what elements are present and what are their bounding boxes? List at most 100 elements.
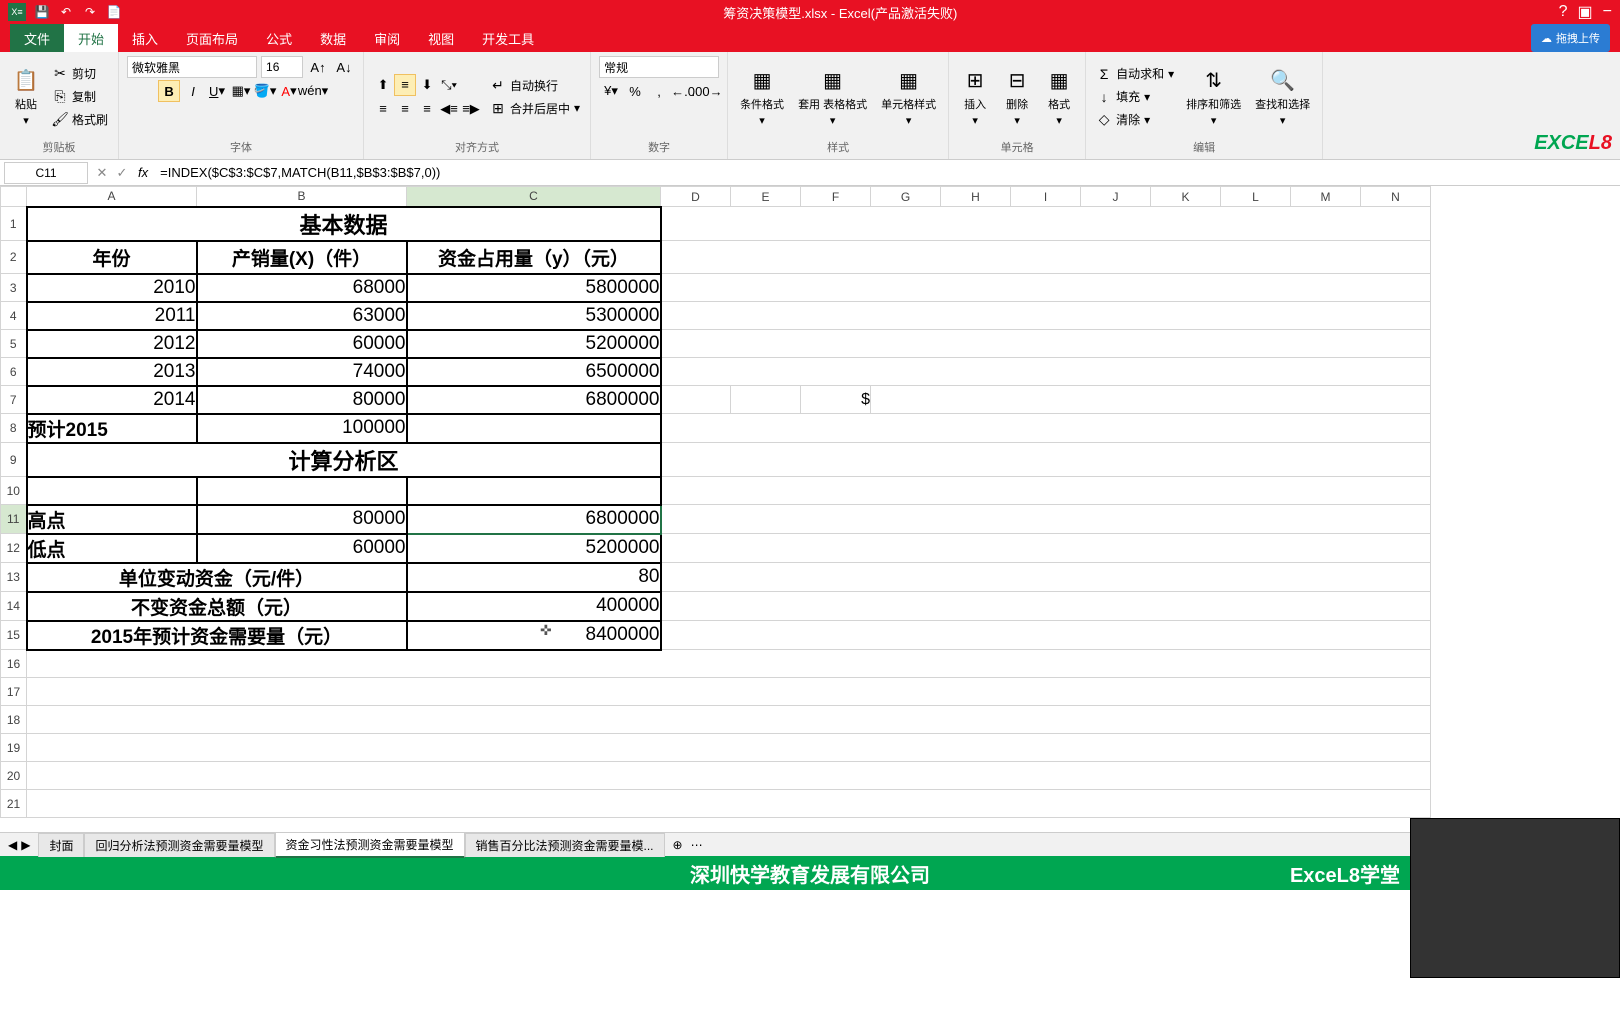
cell[interactable]: 6500000 [407,358,661,386]
phonetic-button[interactable]: wén▾ [302,80,324,102]
increase-indent-button[interactable]: ≡▶ [460,98,482,120]
sheet-tab-regression[interactable]: 回归分析法预测资金需要量模型 [84,833,274,857]
cell[interactable] [197,477,407,505]
tab-dev[interactable]: 开发工具 [468,24,548,52]
col-header-e[interactable]: E [731,187,801,207]
worksheet-grid[interactable]: A B C D E F G H I J K L M N 1基本数据 2年份产销量… [0,186,1620,832]
tab-home[interactable]: 开始 [64,24,118,52]
formula-bar[interactable] [154,162,1620,184]
cell[interactable]: 基本数据 [27,207,661,241]
new-button[interactable]: 📄 [106,4,122,20]
sheet-tab-cover[interactable]: 封面 [38,833,84,857]
cell-styles-button[interactable]: ▦单元格样式▾ [877,62,940,131]
decrease-font-button[interactable]: A↓ [333,56,355,78]
cell[interactable]: 单位变动资金（元/件） [27,563,407,592]
row-header[interactable]: 2 [1,241,27,274]
col-header-h[interactable]: H [941,187,1011,207]
tab-formulas[interactable]: 公式 [252,24,306,52]
orientation-button[interactable]: ⤡▾ [438,74,460,96]
col-header-a[interactable]: A [27,187,197,207]
number-format-select[interactable] [599,56,719,78]
row-header[interactable]: 4 [1,302,27,330]
cell[interactable]: 高点 [27,505,197,534]
sheet-tab-habit[interactable]: 资金习性法预测资金需要量模型 [275,832,465,858]
comma-button[interactable]: , [648,80,670,102]
cell[interactable]: 68000 [197,274,407,302]
row-header[interactable]: 3 [1,274,27,302]
row-header[interactable]: 21 [1,790,27,818]
row-header[interactable]: 5 [1,330,27,358]
cell[interactable]: 计算分析区 [27,443,661,477]
row-header[interactable]: 19 [1,734,27,762]
cell[interactable]: $ [801,386,871,414]
row-header[interactable]: 18 [1,706,27,734]
cell[interactable] [407,477,661,505]
row-header[interactable]: 16 [1,650,27,678]
cancel-formula-button[interactable]: ✕ [92,162,112,184]
cell[interactable]: 2012 [27,330,197,358]
clear-button[interactable]: ◇清除▾ [1094,109,1176,130]
underline-button[interactable]: U▾ [206,80,228,102]
enter-formula-button[interactable]: ✓ [112,162,132,184]
redo-button[interactable]: ↷ [82,4,98,20]
align-right-button[interactable]: ≡ [416,98,438,120]
cell[interactable]: 5300000 [407,302,661,330]
col-header-m[interactable]: M [1291,187,1361,207]
cell[interactable]: 5200000 [407,330,661,358]
col-header-c[interactable]: C [407,187,661,207]
row-header[interactable]: 6 [1,358,27,386]
cond-format-button[interactable]: ▦条件格式▾ [736,62,788,131]
new-sheet-button[interactable]: ⊕ [665,838,691,852]
sort-filter-button[interactable]: ⇅排序和筛选▾ [1182,62,1245,131]
cell[interactable]: 2013 [27,358,197,386]
tab-view[interactable]: 视图 [414,24,468,52]
cell[interactable] [407,414,661,443]
row-header[interactable]: 15 [1,621,27,650]
align-left-button[interactable]: ≡ [372,98,394,120]
font-name-select[interactable] [127,56,257,78]
font-color-button[interactable]: A▾ [278,80,300,102]
cell-selected[interactable]: 6800000 [407,505,661,534]
undo-button[interactable]: ↶ [58,4,74,20]
italic-button[interactable]: I [182,80,204,102]
col-header-k[interactable]: K [1151,187,1221,207]
cell[interactable]: 2010 [27,274,197,302]
cell[interactable]: 5200000 [407,534,661,563]
bold-button[interactable]: B [158,80,180,102]
col-header-g[interactable]: G [871,187,941,207]
border-button[interactable]: ▦▾ [230,80,252,102]
minimize-button[interactable]: − [1603,3,1612,21]
upload-button[interactable]: ☁ 拖拽上传 [1531,24,1610,52]
cell[interactable]: 80000 [197,505,407,534]
row-header[interactable]: 11 [1,505,27,534]
row-header[interactable]: 10 [1,477,27,505]
col-header-b[interactable]: B [197,187,407,207]
wrap-text-button[interactable]: ↵自动换行 [488,75,582,96]
cell[interactable]: 2015年预计资金需要量（元） [27,621,407,650]
align-top-button[interactable]: ⬆ [372,74,394,96]
row-header[interactable]: 12 [1,534,27,563]
row-header[interactable]: 14 [1,592,27,621]
currency-button[interactable]: ¥▾ [600,80,622,102]
row-header[interactable]: 13 [1,563,27,592]
cut-button[interactable]: ✂剪切 [50,63,110,84]
align-middle-button[interactable]: ≡ [394,74,416,96]
cell[interactable]: 60000 [197,534,407,563]
cell[interactable]: 74000 [197,358,407,386]
name-box[interactable] [4,162,88,184]
tab-review[interactable]: 审阅 [360,24,414,52]
cell[interactable] [27,477,197,505]
sheet-menu-button[interactable]: ⋯ [691,838,703,852]
cell[interactable]: 年份 [27,241,197,274]
col-header-d[interactable]: D [661,187,731,207]
cell[interactable]: 60000 [197,330,407,358]
sheet-nav-prev[interactable]: ◀ [8,838,17,852]
cell[interactable]: 63000 [197,302,407,330]
cell[interactable]: 8400000 [407,621,661,650]
align-center-button[interactable]: ≡ [394,98,416,120]
row-header[interactable]: 1 [1,207,27,241]
cell[interactable]: 不变资金总额（元） [27,592,407,621]
cell[interactable]: 产销量(X)（件） [197,241,407,274]
fill-button[interactable]: ↓填充▾ [1094,86,1176,107]
help-button[interactable]: ? [1559,3,1568,21]
